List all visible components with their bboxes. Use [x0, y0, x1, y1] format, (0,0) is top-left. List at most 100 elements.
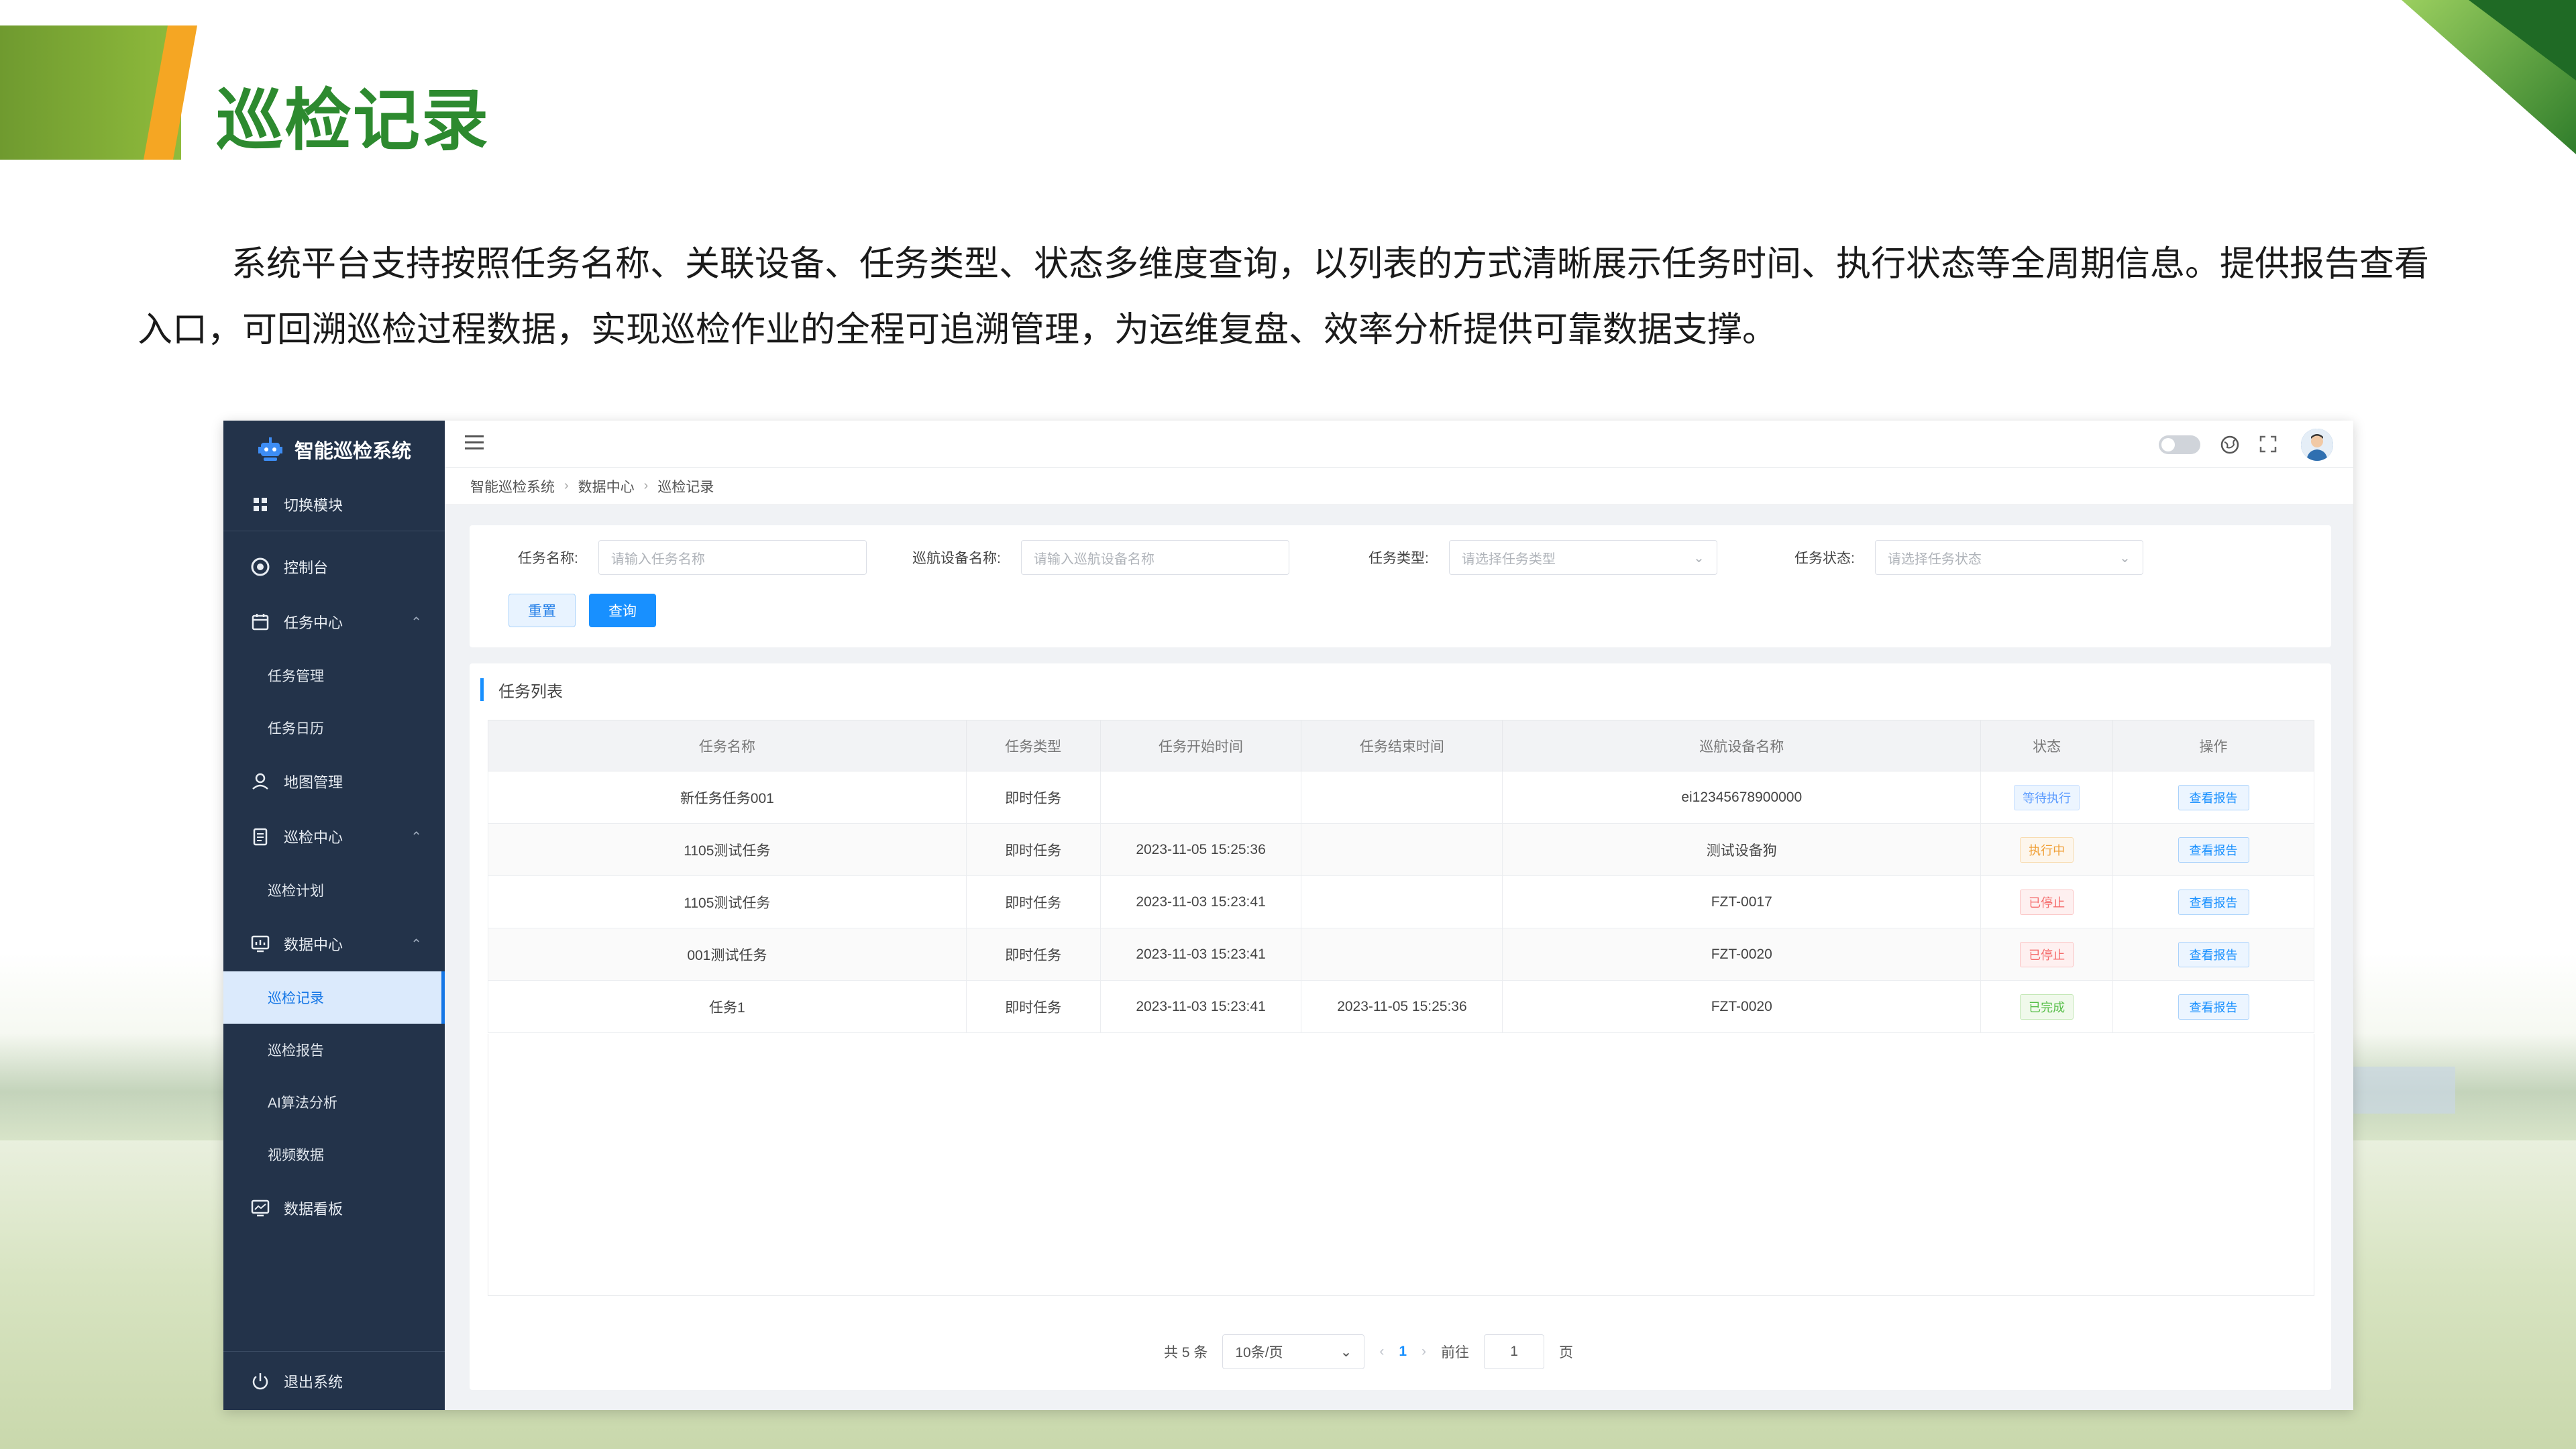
task-name-cell: 1105测试任务	[488, 875, 967, 928]
sidebar-item-inspection-plan[interactable]: 巡检计划	[223, 864, 445, 916]
switch-module-button[interactable]: 切换模块	[223, 478, 445, 531]
sidebar-item-inspection-records[interactable]: 巡检记录	[223, 971, 445, 1024]
task-table: 任务名称 任务类型 任务开始时间 任务结束时间 巡航设备名称 状态 操作 新任务…	[488, 720, 2314, 1033]
task-type-cell: 即时任务	[965, 875, 1101, 928]
menu-toggle-icon[interactable]	[465, 435, 484, 453]
logout-button[interactable]: 退出系统	[223, 1351, 445, 1410]
sidebar: 智能巡检系统 切换模块 控制台 任务中心 ⌃ 任务管理 任务日历 地图管理 巡检…	[223, 421, 445, 1410]
page-size-value: 10条/页	[1235, 1345, 1283, 1360]
chevron-up-icon: ⌃	[411, 614, 422, 630]
task-type-cell: 即时任务	[965, 928, 1101, 981]
table-row[interactable]: 1105测试任务 即时任务 2023-11-03 15:23:41 FZT-00…	[488, 875, 2314, 928]
task-type-cell: 即时任务	[965, 980, 1101, 1033]
task-type-cell: 即时任务	[965, 823, 1101, 876]
table-row[interactable]: 001测试任务 即时任务 2023-11-03 15:23:41 FZT-002…	[488, 928, 2314, 981]
task-name-placeholder: 请输入任务名称	[610, 551, 705, 567]
sidebar-item-label: 控制台	[284, 559, 329, 576]
table-header-row: 任务名称 任务类型 任务开始时间 任务结束时间 巡航设备名称 状态 操作	[488, 720, 2314, 771]
user-avatar[interactable]	[2301, 429, 2333, 461]
device-name-label: 巡航设备名称:	[912, 551, 1001, 566]
view-report-button[interactable]: 查看报告	[2178, 784, 2249, 810]
robot-logo-icon	[256, 435, 285, 464]
column-header: 操作	[2112, 720, 2314, 771]
column-header: 任务名称	[488, 720, 967, 771]
task-status-select[interactable]: 请选择任务状态 ⌄	[1874, 540, 2143, 575]
goto-label: 前往	[1441, 1345, 1470, 1360]
status-badge: 执行中	[2020, 837, 2074, 863]
next-page-button[interactable]: ›	[1421, 1344, 1426, 1360]
sidebar-item-inspection-center[interactable]: 巡检中心 ⌃	[223, 809, 445, 864]
status-cell: 已停止	[1980, 928, 2114, 981]
table-row[interactable]: 任务1 即时任务 2023-11-03 15:23:41 2023-11-05 …	[488, 980, 2314, 1033]
chevron-up-icon: ⌃	[411, 829, 422, 845]
theme-toggle[interactable]	[2159, 435, 2200, 454]
sidebar-item-ai-analysis[interactable]: AI算法分析	[223, 1076, 445, 1128]
sidebar-item-label: 地图管理	[284, 774, 343, 791]
map-pin-icon	[249, 770, 272, 793]
prev-page-button[interactable]: ‹	[1379, 1344, 1384, 1360]
logout-label: 退出系统	[284, 1373, 343, 1391]
status-badge: 等待执行	[2014, 784, 2080, 810]
app-logo[interactable]: 智能巡检系统	[223, 421, 445, 478]
column-header: 任务类型	[965, 720, 1101, 771]
task-type-field: 任务类型: 请选择任务类型 ⌄	[1368, 540, 1717, 575]
sidebar-item-dashboard[interactable]: 控制台	[223, 539, 445, 594]
column-header: 任务结束时间	[1301, 720, 1503, 771]
sidebar-item-task-center[interactable]: 任务中心 ⌃	[223, 594, 445, 649]
pagination-total: 共 5 条	[1164, 1345, 1208, 1360]
slide-intro-text: 系统平台支持按照任务名称、关联设备、任务类型、状态多维度查询，以列表的方式清晰展…	[138, 244, 2430, 350]
sidebar-item-task-calendar[interactable]: 任务日历	[223, 702, 445, 754]
page-number-current[interactable]: 1	[1399, 1344, 1407, 1360]
sidebar-item-label: 巡检中心	[284, 829, 343, 846]
fullscreen-icon[interactable]	[2258, 434, 2278, 454]
table-row[interactable]: 新任务任务001 即时任务 ei12345678900000 等待执行 查看报告	[488, 771, 2314, 824]
view-report-button[interactable]: 查看报告	[2178, 889, 2249, 915]
sidebar-item-map-management[interactable]: 地图管理	[223, 754, 445, 809]
query-button[interactable]: 查询	[589, 594, 656, 627]
calendar-icon	[249, 610, 272, 633]
view-report-button[interactable]: 查看报告	[2178, 837, 2249, 863]
status-badge: 已停止	[2020, 889, 2074, 915]
switch-module-label: 切换模块	[284, 496, 343, 514]
top-bar	[445, 421, 2353, 468]
sidebar-item-task-management[interactable]: 任务管理	[223, 649, 445, 702]
sidebar-item-inspection-reports[interactable]: 巡检报告	[223, 1024, 445, 1076]
task-status-label: 任务状态:	[1794, 551, 1855, 566]
breadcrumb: 智能巡检系统 › 数据中心 › 巡检记录	[445, 468, 2353, 505]
system-name: 智能巡检系统	[294, 440, 412, 462]
power-icon	[249, 1370, 272, 1393]
task-type-cell: 即时任务	[965, 771, 1101, 824]
breadcrumb-item[interactable]: 数据中心	[578, 476, 635, 496]
clipboard-icon	[249, 825, 272, 848]
chevron-right-icon: ›	[564, 478, 569, 493]
goto-page-input[interactable]: 1	[1484, 1334, 1545, 1369]
action-cell: 查看报告	[2112, 928, 2314, 981]
end-time-cell	[1301, 771, 1503, 824]
reset-button[interactable]: 重置	[508, 594, 576, 627]
status-cell: 执行中	[1980, 823, 2114, 876]
breadcrumb-item[interactable]: 智能巡检系统	[470, 476, 555, 496]
device-name-input[interactable]: 请输入巡航设备名称	[1020, 540, 1289, 575]
action-cell: 查看报告	[2112, 980, 2314, 1033]
view-report-button[interactable]: 查看报告	[2178, 941, 2249, 967]
end-time-cell: 2023-11-05 15:25:36	[1301, 980, 1503, 1033]
task-type-select[interactable]: 请选择任务类型 ⌄	[1448, 540, 1717, 575]
end-time-cell	[1301, 928, 1503, 981]
sidebar-item-data-dashboard[interactable]: 数据看板	[223, 1181, 445, 1236]
task-status-placeholder: 请选择任务状态	[1887, 551, 1982, 567]
column-header: 状态	[1980, 720, 2114, 771]
status-cell: 等待执行	[1980, 771, 2114, 824]
action-cell: 查看报告	[2112, 823, 2314, 876]
start-time-cell: 2023-11-03 15:23:41	[1099, 980, 1302, 1033]
device-name-cell: ei12345678900000	[1502, 771, 1982, 824]
sidebar-item-video-data[interactable]: 视频数据	[223, 1128, 445, 1181]
sidebar-item-data-center[interactable]: 数据中心 ⌃	[223, 916, 445, 971]
task-name-cell: 新任务任务001	[488, 771, 967, 824]
view-report-button[interactable]: 查看报告	[2178, 994, 2249, 1020]
table-row[interactable]: 1105测试任务 即时任务 2023-11-05 15:25:36 测试设备狗 …	[488, 823, 2314, 876]
task-name-input[interactable]: 请输入任务名称	[598, 540, 867, 575]
globe-icon[interactable]	[2219, 434, 2241, 455]
start-time-cell	[1099, 771, 1302, 824]
page-size-select[interactable]: 10条/页 ⌄	[1222, 1334, 1365, 1369]
dashboard-icon	[249, 555, 272, 578]
